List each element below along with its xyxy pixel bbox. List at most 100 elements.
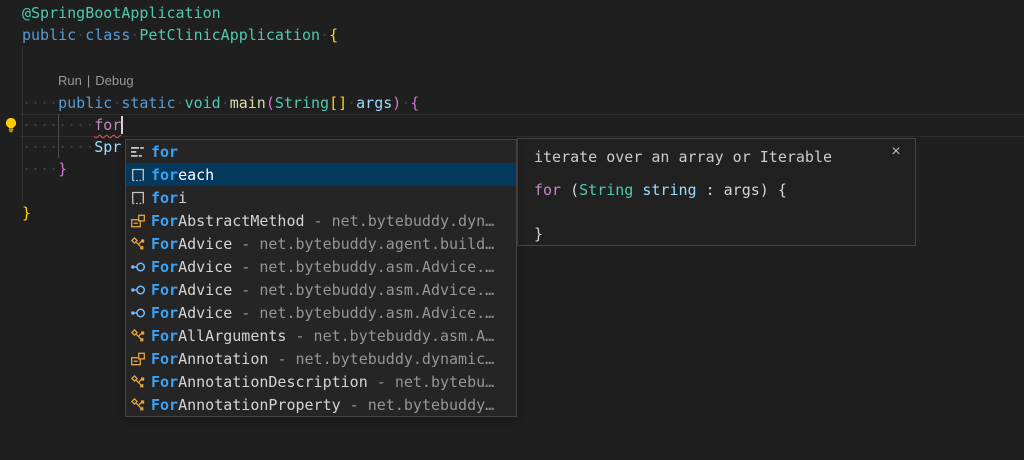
suggestion-label: AnnotationDescription (178, 373, 368, 391)
suggestion-detail: - net.bytebuddy.agent.build… (232, 235, 494, 253)
code-token: · (221, 94, 230, 112)
code-editor: Run|Debug @SpringBootApplicationpublic·c… (0, 0, 1024, 460)
suggestion-item[interactable]: ForAnnotation - net.bytebuddy.dynamic… (126, 347, 516, 370)
suggestion-item[interactable]: ForAnnotationDescription - net.bytebu… (126, 370, 516, 393)
suggestion-label-match: for (151, 166, 178, 184)
symbol-interface-icon (130, 259, 146, 275)
run-link[interactable]: Run (58, 73, 82, 88)
code-token: class (85, 26, 130, 44)
suggestion-label-match: For (151, 350, 178, 368)
suggestion-item[interactable]: ForAbstractMethod - net.bytebuddy.dyn… (126, 209, 516, 232)
suggestion-detail: - net.bytebuddy.dyn… (305, 212, 495, 230)
suggestion-label: i (178, 189, 187, 207)
code-line-7[interactable]: ····} (22, 158, 67, 180)
suggestion-label: Annotation (178, 350, 268, 368)
suggestion-label-match: For (151, 281, 178, 299)
symbol-interface-icon (130, 305, 146, 321)
code-token: { (329, 26, 338, 44)
symbol-enum-icon (130, 236, 146, 252)
symbol-snippet-icon (130, 190, 146, 206)
code-line-9[interactable]: } (22, 202, 31, 224)
code-token: · (176, 94, 185, 112)
code-token: ···· (22, 94, 58, 112)
lightbulb-icon[interactable] (3, 117, 19, 133)
code-token: ········ (22, 138, 94, 156)
code-line-5[interactable]: ········for (22, 114, 123, 136)
suggestion-item[interactable]: ForAllArguments - net.bytebuddy.asm.A… (126, 324, 516, 347)
code-token: · (401, 94, 410, 112)
code-line-1[interactable]: @SpringBootApplication (22, 2, 221, 24)
text-cursor (121, 116, 123, 134)
code-token: ) (392, 94, 401, 112)
code-token: } (22, 204, 31, 222)
suggestion-label: Advice (178, 235, 232, 253)
symbol-keyword-icon (130, 144, 146, 160)
code-token: { (410, 94, 419, 112)
suggestion-item[interactable]: fori (126, 186, 516, 209)
suggestion-detail: - net.bytebuddy.asm.Advice.… (232, 304, 494, 322)
debug-link[interactable]: Debug (95, 73, 133, 88)
code-lens: Run | Debug (58, 70, 134, 92)
code-token: static (121, 94, 175, 112)
code-token: String (579, 181, 633, 199)
suggestion-label-match: for (151, 143, 178, 161)
suggestion-item[interactable]: ForAdvice - net.bytebuddy.asm.Advice.… (126, 278, 516, 301)
suggestion-detail: - net.bytebuddy.asm.Advice.… (232, 281, 494, 299)
code-token: args (356, 94, 392, 112)
suggest-widget: forforeachforiForAbstractMethod - net.by… (125, 139, 517, 417)
suggestion-detail: - net.bytebuddy… (341, 396, 495, 414)
doc-code-line-3: } (534, 223, 543, 245)
symbol-interface-icon (130, 282, 146, 298)
code-token: } (58, 160, 67, 178)
suggestion-label: each (178, 166, 214, 184)
suggestion-item[interactable]: foreach (126, 163, 516, 186)
close-icon[interactable]: × (887, 143, 905, 161)
code-token: public (22, 26, 76, 44)
suggestion-item[interactable]: ForAnnotationProperty - net.bytebuddy… (126, 393, 516, 416)
suggestion-item[interactable]: ForAdvice - net.bytebuddy.agent.build… (126, 232, 516, 255)
code-token: · (320, 26, 329, 44)
symbol-enum-icon (130, 397, 146, 413)
suggestion-label-match: For (151, 327, 178, 345)
symbol-class-icon (130, 213, 146, 229)
symbol-enum-icon (130, 374, 146, 390)
code-token: string (642, 181, 696, 199)
suggestion-label-match: For (151, 235, 178, 253)
code-line-6[interactable]: ········Spr (22, 136, 121, 158)
code-token: · (76, 26, 85, 44)
code-token: String (275, 94, 329, 112)
suggestion-label-match: for (151, 189, 178, 207)
code-token: [] (329, 94, 347, 112)
suggestion-detail: - net.bytebuddy.asm.Advice.… (232, 258, 494, 276)
code-token: } (534, 225, 543, 243)
suggestion-label-match: For (151, 373, 178, 391)
suggestion-label: Advice (178, 304, 232, 322)
suggestion-item[interactable]: ForAdvice - net.bytebuddy.asm.Advice.… (126, 301, 516, 324)
code-token: ···· (22, 160, 58, 178)
code-line-4[interactable]: ····public·static·void·main(String[]·arg… (22, 92, 419, 114)
suggestion-label: AllArguments (178, 327, 286, 345)
suggestion-label: AnnotationProperty (178, 396, 341, 414)
current-line-highlight (20, 114, 1024, 137)
code-token: PetClinicApplication (139, 26, 320, 44)
code-token: main (230, 94, 266, 112)
symbol-class-icon (130, 351, 146, 367)
code-token: · (112, 94, 121, 112)
suggestion-label-match: For (151, 258, 178, 276)
code-lens-separator: | (87, 73, 90, 88)
suggestion-label: Advice (178, 281, 232, 299)
suggestion-label: Advice (178, 258, 232, 276)
code-token: ( (561, 181, 579, 199)
suggestion-item[interactable]: for (126, 140, 516, 163)
suggestion-detail: - net.bytebuddy.asm.A… (286, 327, 494, 345)
symbol-snippet-icon (130, 167, 146, 183)
code-token: · (347, 94, 356, 112)
code-token: ········ (22, 116, 94, 134)
suggestion-item[interactable]: ForAdvice - net.bytebuddy.asm.Advice.… (126, 255, 516, 278)
code-line-2[interactable]: public·class·PetClinicApplication·{ (22, 24, 338, 46)
suggestion-detail: - net.bytebuddy.dynamic… (268, 350, 494, 368)
code-token: @SpringBootApplication (22, 4, 221, 22)
code-token: for (534, 181, 561, 199)
code-token: for (94, 116, 121, 134)
code-token: void (185, 94, 221, 112)
